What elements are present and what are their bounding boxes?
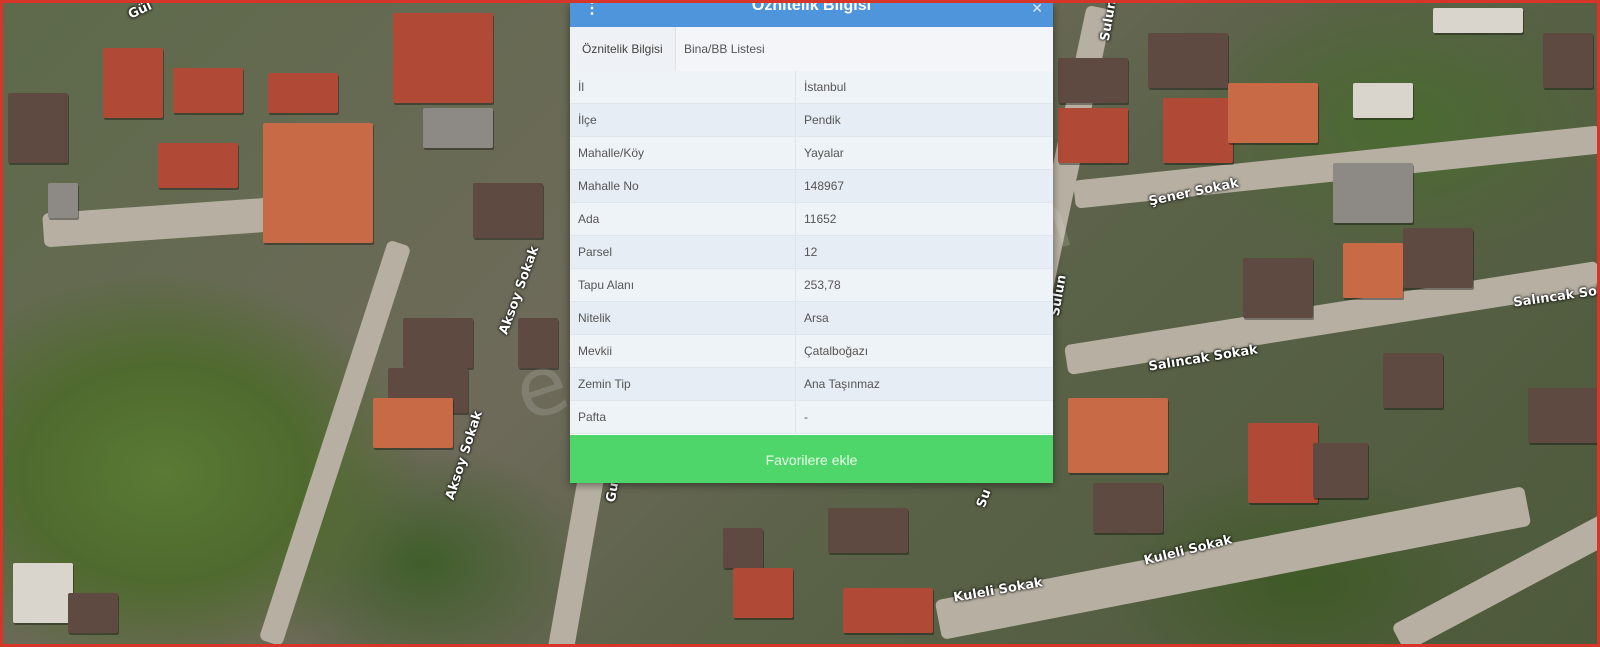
tab-attribute-info[interactable]: Öznitelik Bilgisi xyxy=(570,27,676,71)
row-value: İstanbul xyxy=(795,71,1053,104)
add-to-favorites-button[interactable]: Favorilere ekle xyxy=(570,435,1053,483)
row-key: Zemin Tip xyxy=(570,367,796,401)
row-value: - xyxy=(795,400,1053,434)
building xyxy=(828,508,908,553)
table-row: Mevkii Çatalboğazı xyxy=(570,334,1053,368)
building xyxy=(1058,108,1128,163)
building xyxy=(1068,398,1168,473)
building xyxy=(393,13,493,103)
building xyxy=(423,108,493,148)
attribute-panel: ⋮ Öznitelik Bilgisi ✕ Öznitelik Bilgisi … xyxy=(570,3,1053,483)
building xyxy=(723,528,763,568)
building xyxy=(1403,228,1473,288)
road xyxy=(547,472,605,644)
row-key: Parsel xyxy=(570,235,796,269)
row-key: Nitelik xyxy=(570,301,796,335)
building xyxy=(1228,83,1318,143)
building xyxy=(13,563,73,623)
building xyxy=(373,398,453,448)
building xyxy=(48,183,78,218)
building xyxy=(1383,353,1443,408)
row-key: Mahalle No xyxy=(570,169,796,203)
building xyxy=(1058,58,1128,103)
street-label: Su xyxy=(974,487,995,510)
row-value: Yayalar xyxy=(795,136,1053,170)
building xyxy=(518,318,558,368)
table-row: Nitelik Arsa xyxy=(570,301,1053,335)
attribute-table: İl İstanbul İlçe Pendik Mahalle/Köy Yayalar… xyxy=(570,71,1053,434)
street-label: Gül xyxy=(125,0,155,23)
street-label: Gu xyxy=(603,481,623,504)
table-row: Mahalle No 148967 xyxy=(570,169,1053,203)
tab-building-list[interactable]: Bina/BB Listesi xyxy=(672,27,777,71)
row-key: İlçe xyxy=(570,103,796,137)
building xyxy=(158,143,238,188)
table-row: Pafta - xyxy=(570,400,1053,434)
table-row: Parsel 12 xyxy=(570,235,1053,269)
row-key: Mevkii xyxy=(570,334,796,368)
road xyxy=(1063,260,1597,376)
row-key: Ada xyxy=(570,202,796,236)
building xyxy=(1353,83,1413,118)
street-label: Sulun xyxy=(1097,0,1120,43)
building xyxy=(1343,243,1403,298)
building xyxy=(1333,163,1413,223)
row-value: 11652 xyxy=(795,202,1053,236)
building xyxy=(68,593,118,633)
building xyxy=(1248,423,1318,503)
table-row: Zemin Tip Ana Taşınmaz xyxy=(570,367,1053,401)
panel-header: ⋮ Öznitelik Bilgisi ✕ xyxy=(570,3,1053,27)
row-value: Çatalboğazı xyxy=(795,334,1053,368)
row-value: 148967 xyxy=(795,169,1053,203)
row-key: Mahalle/Köy xyxy=(570,136,796,170)
map-frame: Gül Aksoy Sokak Aksoy Sokak Sulun Sulun … xyxy=(0,0,1600,647)
building xyxy=(1163,98,1233,163)
building xyxy=(1543,33,1593,88)
row-value: 12 xyxy=(795,235,1053,269)
table-row: Ada 11652 xyxy=(570,202,1053,236)
building xyxy=(1148,33,1228,88)
row-value: 253,78 xyxy=(795,268,1053,302)
table-row: Tapu Alanı 253,78 xyxy=(570,268,1053,302)
row-key: Pafta xyxy=(570,400,796,434)
building xyxy=(173,68,243,113)
building xyxy=(268,73,338,113)
building xyxy=(263,123,373,243)
building xyxy=(843,588,933,633)
building xyxy=(8,93,68,163)
row-key: Tapu Alanı xyxy=(570,268,796,302)
building xyxy=(1093,483,1163,533)
row-key: İl xyxy=(570,71,796,104)
tab-bar: Öznitelik Bilgisi Bina/BB Listesi xyxy=(570,27,1053,72)
building xyxy=(1313,443,1368,498)
close-icon[interactable]: ✕ xyxy=(1031,3,1043,17)
table-row: Mahalle/Köy Yayalar xyxy=(570,136,1053,170)
building xyxy=(733,568,793,618)
building xyxy=(103,48,163,118)
row-value: Pendik xyxy=(795,103,1053,137)
building xyxy=(473,183,543,238)
building xyxy=(403,318,473,368)
table-row: İl İstanbul xyxy=(570,71,1053,104)
building xyxy=(1433,8,1523,33)
row-value: Ana Taşınmaz xyxy=(795,367,1053,401)
building xyxy=(1243,258,1313,318)
table-row: İlçe Pendik xyxy=(570,103,1053,137)
panel-title: Öznitelik Bilgisi xyxy=(751,0,872,14)
building xyxy=(1528,388,1597,443)
row-value: Arsa xyxy=(795,301,1053,335)
